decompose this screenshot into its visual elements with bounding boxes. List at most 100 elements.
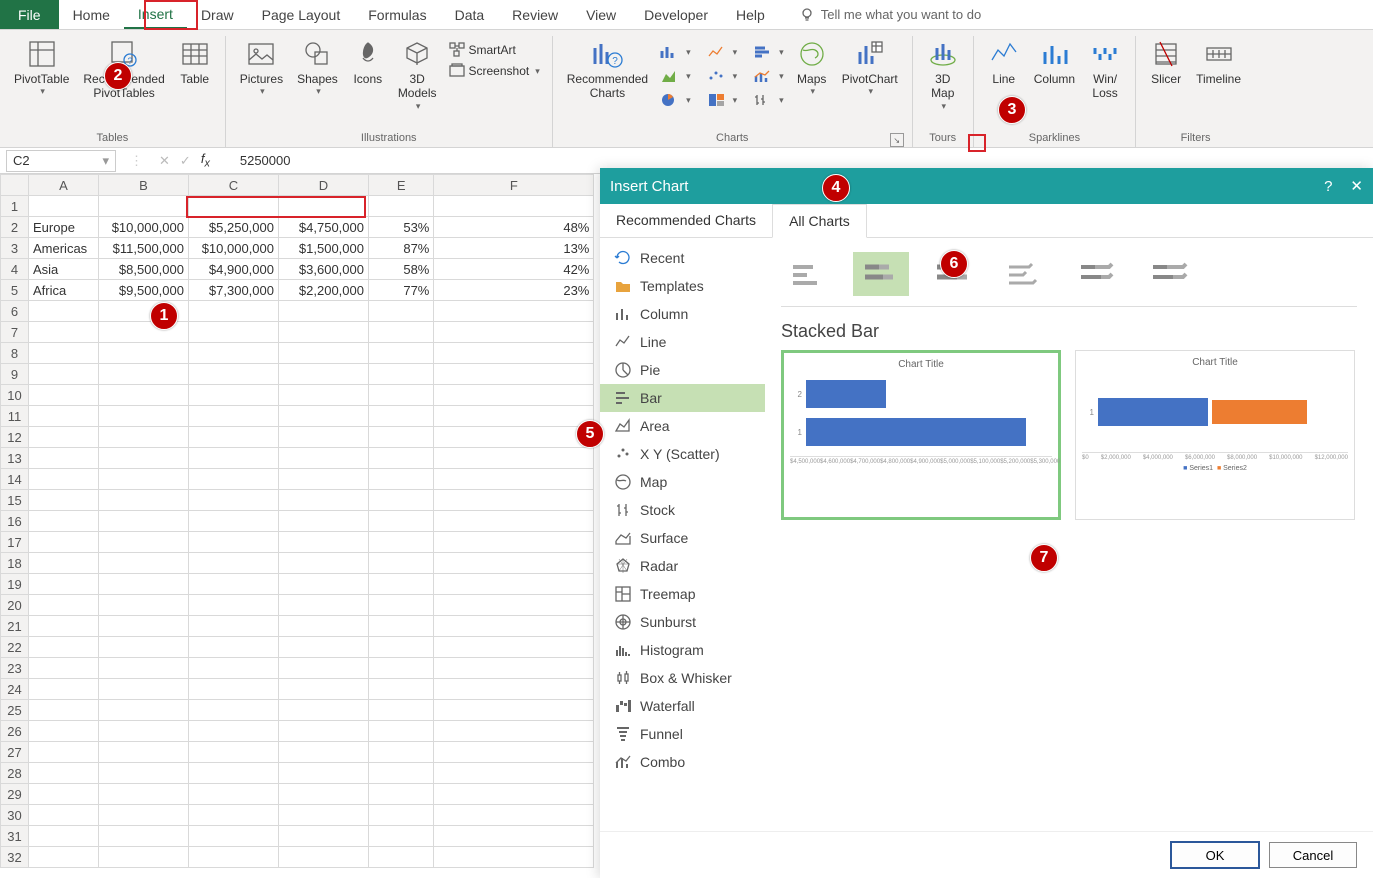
cell[interactable] — [434, 574, 594, 595]
chart-type-recent[interactable]: Recent — [600, 244, 765, 272]
cell[interactable] — [369, 553, 434, 574]
cell[interactable] — [29, 553, 99, 574]
cell[interactable] — [279, 574, 369, 595]
row-header[interactable]: 31 — [1, 826, 29, 847]
cell[interactable] — [99, 469, 189, 490]
close-icon[interactable]: ✕ — [1350, 177, 1363, 195]
row-header[interactable]: 20 — [1, 595, 29, 616]
line-chart-button[interactable] — [703, 42, 742, 62]
cell[interactable] — [99, 574, 189, 595]
cell[interactable] — [189, 406, 279, 427]
cell[interactable] — [279, 595, 369, 616]
sparkline-column-button[interactable]: Column — [1028, 36, 1081, 103]
cell[interactable] — [29, 343, 99, 364]
cell[interactable] — [189, 511, 279, 532]
cell[interactable] — [369, 364, 434, 385]
cell[interactable] — [189, 448, 279, 469]
chart-type-sunburst[interactable]: Sunburst — [600, 608, 765, 636]
col-header[interactable]: C — [189, 175, 279, 196]
chart-type-pie[interactable]: Pie — [600, 356, 765, 384]
cell[interactable] — [99, 553, 189, 574]
cell[interactable] — [434, 847, 594, 868]
cell[interactable] — [99, 784, 189, 805]
row-header[interactable]: 21 — [1, 616, 29, 637]
name-box[interactable]: C2▾ — [6, 150, 116, 172]
chart-type-column[interactable]: Column — [600, 300, 765, 328]
cell[interactable] — [29, 784, 99, 805]
cell[interactable] — [29, 532, 99, 553]
cell[interactable] — [99, 658, 189, 679]
cell[interactable] — [279, 679, 369, 700]
cell[interactable] — [279, 742, 369, 763]
cell[interactable] — [369, 448, 434, 469]
cell[interactable] — [29, 364, 99, 385]
fx-icon[interactable]: fx — [201, 151, 210, 170]
cell[interactable] — [189, 553, 279, 574]
cell[interactable]: 53% — [369, 217, 434, 238]
cell[interactable] — [99, 637, 189, 658]
cell[interactable] — [99, 763, 189, 784]
cell[interactable] — [434, 742, 594, 763]
cell[interactable]: $2,200,000 — [279, 280, 369, 301]
tab-all-charts[interactable]: All Charts — [772, 204, 867, 238]
icons-button[interactable]: Icons — [346, 36, 390, 114]
cell[interactable] — [99, 826, 189, 847]
pie-chart-button[interactable] — [656, 90, 695, 110]
subtype-3d-stacked-bar[interactable] — [1069, 252, 1125, 296]
cell[interactable] — [369, 637, 434, 658]
cell[interactable] — [369, 616, 434, 637]
cell[interactable] — [279, 721, 369, 742]
row-header[interactable]: 1 — [1, 196, 29, 217]
cell[interactable] — [189, 343, 279, 364]
sparkline-line-button[interactable]: Line — [982, 36, 1026, 103]
cell[interactable] — [29, 805, 99, 826]
cell[interactable] — [279, 532, 369, 553]
slicer-button[interactable]: Slicer — [1144, 36, 1188, 88]
scatter-chart-button[interactable] — [703, 66, 742, 86]
cell[interactable] — [99, 343, 189, 364]
cell[interactable]: Percentage Remaining — [434, 196, 594, 217]
cell[interactable] — [434, 784, 594, 805]
cell[interactable] — [189, 532, 279, 553]
cell[interactable] — [189, 742, 279, 763]
cell[interactable] — [29, 637, 99, 658]
cell[interactable]: $4,750,000 — [279, 217, 369, 238]
cell[interactable] — [434, 679, 594, 700]
cell[interactable] — [99, 511, 189, 532]
cell[interactable] — [99, 427, 189, 448]
cell[interactable] — [99, 805, 189, 826]
cell[interactable]: 13% — [434, 238, 594, 259]
cell[interactable] — [29, 448, 99, 469]
cell[interactable] — [279, 637, 369, 658]
cell[interactable]: $8,500,000 — [99, 259, 189, 280]
cell[interactable] — [29, 658, 99, 679]
chart-type-combo[interactable]: Combo — [600, 748, 765, 776]
cell[interactable] — [279, 784, 369, 805]
cell[interactable]: $4,900,000 — [189, 259, 279, 280]
cell[interactable]: $11,500,000 — [99, 238, 189, 259]
row-header[interactable]: 3 — [1, 238, 29, 259]
chart-type-histogram[interactable]: Histogram — [600, 636, 765, 664]
cell[interactable] — [29, 322, 99, 343]
cell[interactable] — [99, 385, 189, 406]
cell[interactable] — [434, 658, 594, 679]
cell[interactable] — [189, 322, 279, 343]
cell[interactable] — [434, 469, 594, 490]
col-header[interactable]: D — [279, 175, 369, 196]
cell[interactable] — [29, 406, 99, 427]
chart-type-treemap[interactable]: Treemap — [600, 580, 765, 608]
cell[interactable] — [369, 805, 434, 826]
pivotchart-button[interactable]: PivotChart — [836, 36, 904, 110]
row-header[interactable]: 24 — [1, 679, 29, 700]
chart-type-surface[interactable]: Surface — [600, 524, 765, 552]
cell[interactable] — [369, 469, 434, 490]
cell[interactable] — [369, 595, 434, 616]
chart-preview-1[interactable]: Chart Title 2 1 $4,500,000$4,600,000$4,7… — [781, 350, 1061, 520]
cell[interactable] — [369, 574, 434, 595]
row-header[interactable]: 5 — [1, 280, 29, 301]
confirm-edit-icon[interactable]: ✓ — [180, 153, 191, 169]
cell[interactable] — [434, 301, 594, 322]
cell[interactable]: Asia — [29, 259, 99, 280]
cell[interactable] — [434, 511, 594, 532]
row-header[interactable]: 27 — [1, 742, 29, 763]
